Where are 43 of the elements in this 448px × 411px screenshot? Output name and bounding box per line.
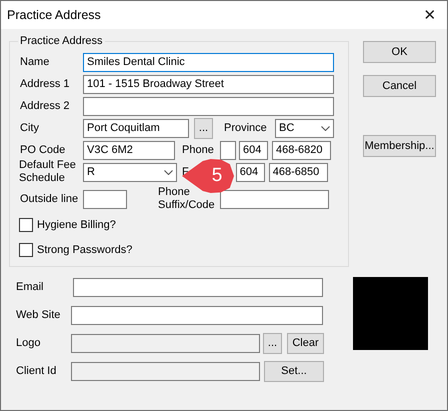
chevron-icon xyxy=(164,170,173,174)
outside-line-field[interactable] xyxy=(83,190,127,208)
phone-field[interactable]: 468-6820 xyxy=(272,140,331,160)
field-label: PO Code xyxy=(19,144,66,156)
group-title: Practice Address xyxy=(18,35,105,47)
area-code-field[interactable]: 604 xyxy=(236,162,265,182)
chevron-icon xyxy=(321,126,330,130)
field-label: Phone xyxy=(182,144,215,156)
address-field[interactable] xyxy=(83,96,334,116)
phone-suffix-field[interactable] xyxy=(220,190,329,208)
checkbox[interactable] xyxy=(19,218,33,232)
field-label: Province xyxy=(224,122,268,134)
window-title: Practice Address xyxy=(7,8,101,22)
website-field[interactable] xyxy=(71,306,323,324)
field-label: Address 1 xyxy=(19,78,71,90)
field-label: City xyxy=(19,122,40,134)
email-field[interactable] xyxy=(73,278,323,296)
field-label: Default Fee Schedule xyxy=(18,159,77,185)
checkbox[interactable] xyxy=(19,242,33,256)
phone-prefix-field[interactable] xyxy=(220,140,236,160)
name-field[interactable]: Smiles Dental Clinic xyxy=(83,52,334,72)
area-code-field[interactable]: 604 xyxy=(239,140,268,160)
province-dropdown[interactable]: BC xyxy=(275,118,334,138)
cancel-button[interactable]: Cancel xyxy=(363,75,436,97)
field-label: Name xyxy=(19,56,50,68)
city-field[interactable]: Port Coquitlam xyxy=(83,118,189,138)
postal-code-field[interactable]: V3C 6M2 xyxy=(83,140,175,160)
close-button[interactable]: ✕ xyxy=(413,1,447,29)
ok-button[interactable]: OK xyxy=(363,41,436,63)
checkbox-label: Hygiene Billing? xyxy=(37,218,116,230)
browse-button[interactable]: ... xyxy=(194,118,213,138)
membership-button[interactable]: Membership... xyxy=(363,135,436,157)
field-label: Address 2 xyxy=(19,100,71,112)
field-label: Logo xyxy=(15,337,42,349)
field-label: Email xyxy=(15,281,45,293)
field-label: Outside line xyxy=(19,193,80,205)
field-label: Phone Suffix/Code xyxy=(158,186,216,212)
field-label: Web Site xyxy=(15,309,62,321)
address-field[interactable]: 101 - 1515 Broadway Street xyxy=(83,74,334,94)
checkbox-label: Strong Passwords? xyxy=(37,244,132,256)
fax-field[interactable]: 468-6850 xyxy=(268,162,328,182)
fee-schedule-dropdown[interactable]: R xyxy=(83,162,177,182)
field-label: Client Id xyxy=(15,365,58,377)
